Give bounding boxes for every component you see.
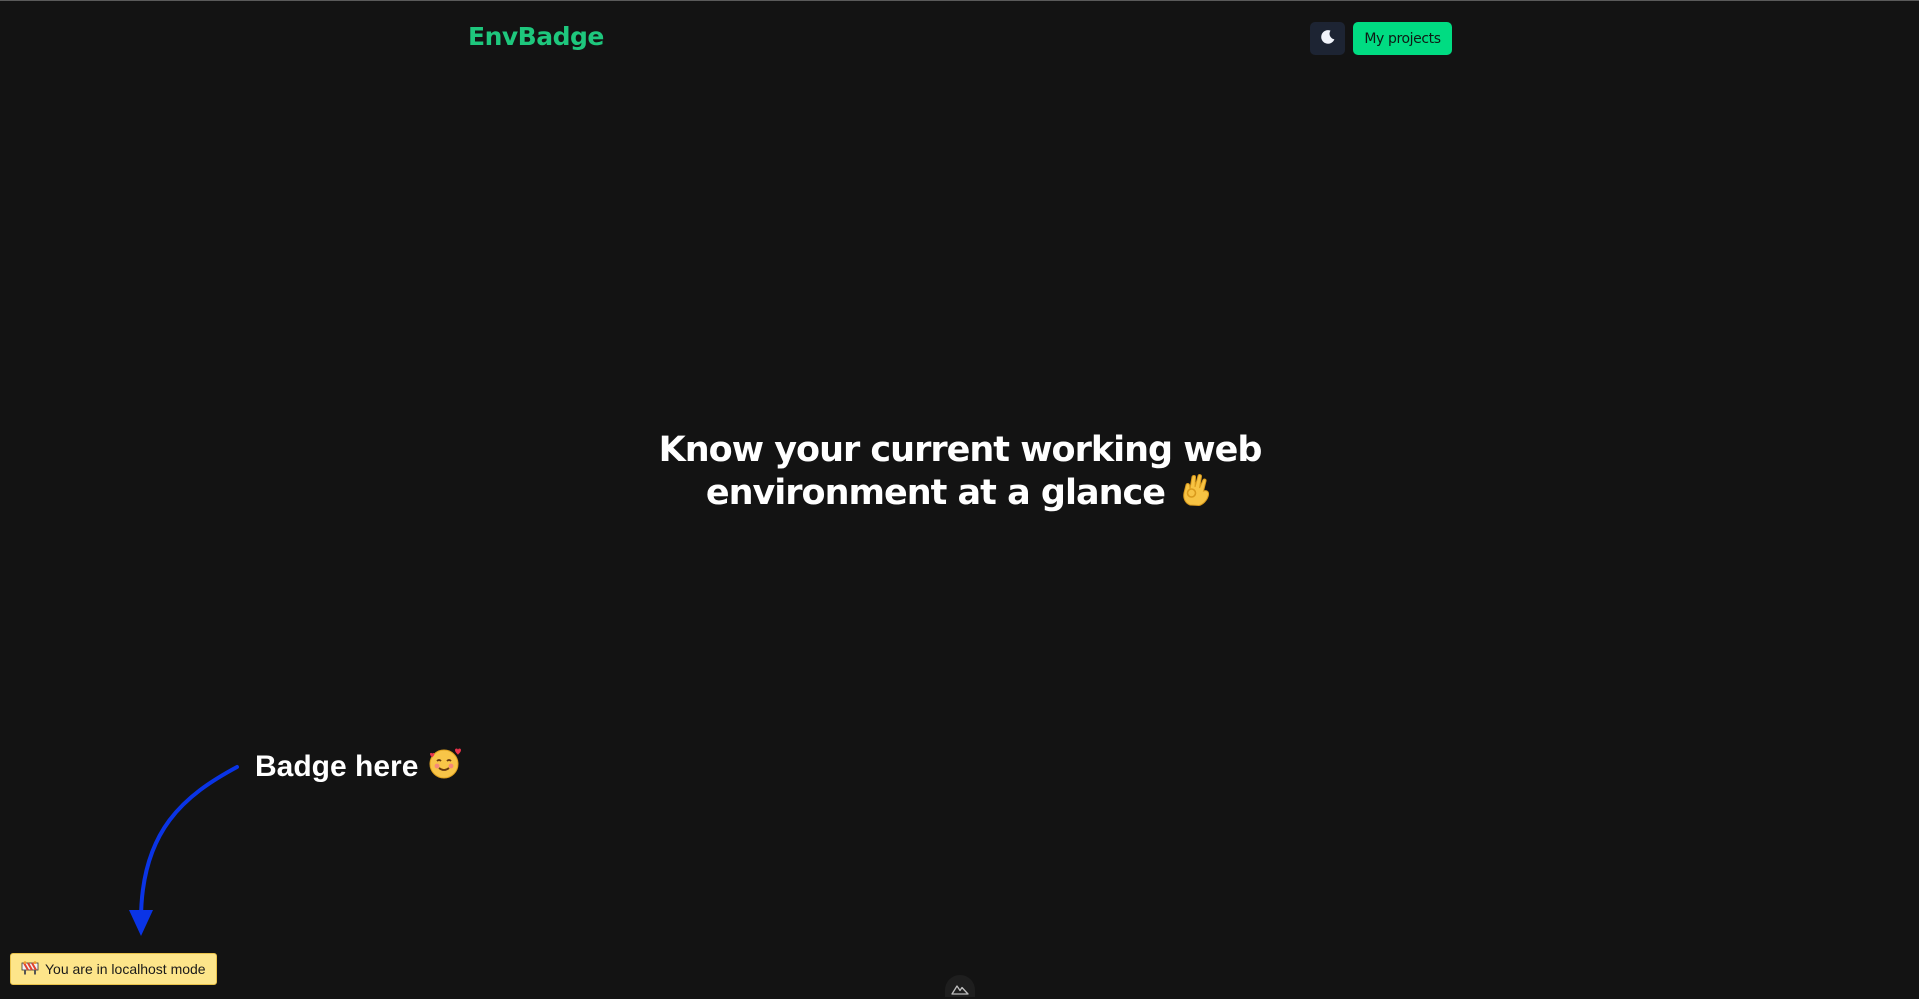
nuxt-logo-icon (951, 980, 969, 999)
callout-text: Badge here (255, 750, 419, 783)
badge-text: You are in localhost mode (45, 961, 206, 977)
site-header: EnvBadge My projects (0, 0, 1919, 80)
moon-icon (1320, 29, 1336, 49)
ok-hand-icon (1180, 471, 1214, 517)
hero-heading: Know your current working web environmen… (560, 430, 1360, 517)
hero-line-2: environment at a glance (705, 473, 1166, 513)
site-logo[interactable]: EnvBadge (468, 22, 604, 51)
pointer-arrow (129, 765, 239, 936)
hero-line-1: Know your current working web (658, 430, 1263, 470)
nuxt-devtools-button[interactable] (945, 975, 975, 997)
smiling-hearts-icon (428, 746, 462, 788)
badge-callout: Badge here (255, 746, 462, 788)
hero-line-2-wrap: environment at a glance (560, 471, 1360, 517)
construction-icon (21, 960, 39, 978)
my-projects-button[interactable]: My projects (1353, 22, 1452, 55)
environment-badge[interactable]: You are in localhost mode (10, 953, 217, 985)
theme-toggle-button[interactable] (1310, 22, 1345, 55)
